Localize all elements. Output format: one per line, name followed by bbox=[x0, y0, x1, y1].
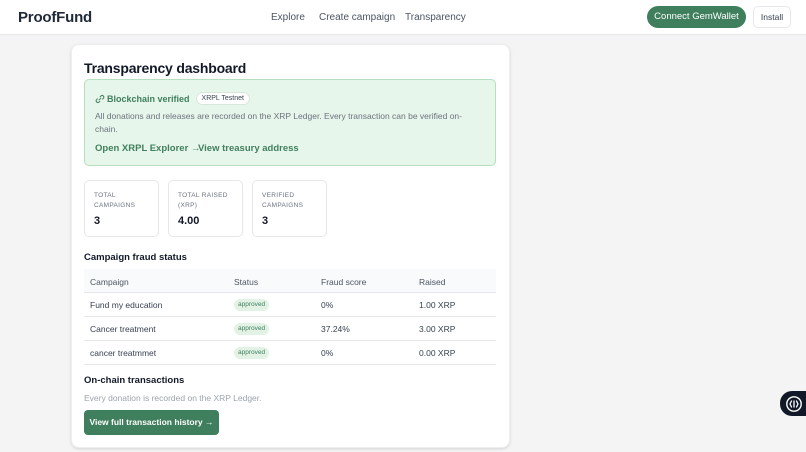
column-header-status: Status bbox=[234, 277, 259, 287]
status-badge: approved bbox=[234, 347, 270, 359]
table-row[interactable]: cancer treatmmet approved 0% 0.00 XRP bbox=[84, 341, 496, 365]
onchain-section-title: On-chain transactions bbox=[84, 375, 185, 386]
table-row[interactable]: Cancer treatment approved 37.24% 3.00 XR… bbox=[84, 317, 496, 341]
column-header-fraud-score: Fraud score bbox=[321, 277, 367, 287]
cell-campaign: Fund my education bbox=[90, 300, 163, 310]
nav-transparency[interactable]: Transparency bbox=[405, 12, 466, 23]
cell-campaign: Cancer treatment bbox=[90, 324, 156, 334]
stat-label: TOTAL RAISED (XRP) bbox=[178, 192, 228, 209]
table-row[interactable]: Fund my education approved 0% 1.00 XRP bbox=[84, 293, 496, 317]
floating-widget[interactable] bbox=[780, 391, 806, 416]
column-header-campaign: Campaign bbox=[90, 277, 129, 287]
network-badge: XRPL Testnet bbox=[195, 92, 250, 105]
table-header: Campaign Status Fraud score Raised bbox=[84, 269, 496, 293]
stat-total-raised: TOTAL RAISED (XRP) 4.00 bbox=[168, 180, 243, 237]
cell-fraud-score: 0% bbox=[321, 300, 334, 310]
stat-total-campaigns: TOTAL CAMPAIGNS 3 bbox=[84, 180, 159, 237]
stat-label: TOTAL CAMPAIGNS bbox=[94, 192, 136, 209]
cell-fraud-score: 37.24% bbox=[321, 324, 350, 334]
verification-header: Blockchain verified XRPL Testnet bbox=[95, 92, 250, 105]
stat-value: 3 bbox=[94, 215, 101, 227]
fraud-section-title: Campaign fraud status bbox=[84, 252, 187, 263]
onchain-note: Every donation is recorded on the XRP Le… bbox=[84, 393, 262, 403]
view-history-button[interactable]: View full transaction history → bbox=[84, 410, 219, 435]
link-icon bbox=[95, 94, 105, 103]
cell-campaign: cancer treatmmet bbox=[90, 348, 157, 358]
install-button[interactable]: Install bbox=[753, 6, 791, 28]
stat-label: VERIFIED CAMPAIGNS bbox=[262, 192, 304, 209]
column-header-raised: Raised bbox=[419, 277, 446, 287]
cell-fraud-score: 0% bbox=[321, 348, 334, 358]
nav-explore[interactable]: Explore bbox=[271, 12, 305, 23]
brand-logo[interactable]: ProofFund bbox=[18, 9, 92, 26]
page-title: Transparency dashboard bbox=[84, 60, 247, 76]
status-badge: approved bbox=[234, 299, 270, 311]
cell-raised: 3.00 XRP bbox=[419, 324, 456, 334]
accessibility-icon bbox=[786, 395, 802, 412]
cell-raised: 1.00 XRP bbox=[419, 300, 456, 310]
top-navbar: ProofFund Explore Create campaign Transp… bbox=[0, 0, 806, 35]
verification-description: All donations and releases are recorded … bbox=[95, 111, 462, 134]
xrpl-explorer-link[interactable]: Open XRPL Explorer → bbox=[95, 143, 200, 154]
nav-create-campaign[interactable]: Create campaign bbox=[319, 12, 395, 23]
stat-value: 3 bbox=[262, 215, 269, 227]
stat-value: 4.00 bbox=[178, 215, 200, 227]
treasury-address-link[interactable]: View treasury address bbox=[198, 143, 299, 154]
verified-title: Blockchain verified bbox=[107, 93, 190, 104]
status-badge: approved bbox=[234, 323, 270, 335]
stat-verified-campaigns: VERIFIED CAMPAIGNS 3 bbox=[252, 180, 327, 237]
cell-raised: 0.00 XRP bbox=[419, 348, 456, 358]
connect-wallet-button[interactable]: Connect GemWallet bbox=[647, 6, 746, 28]
